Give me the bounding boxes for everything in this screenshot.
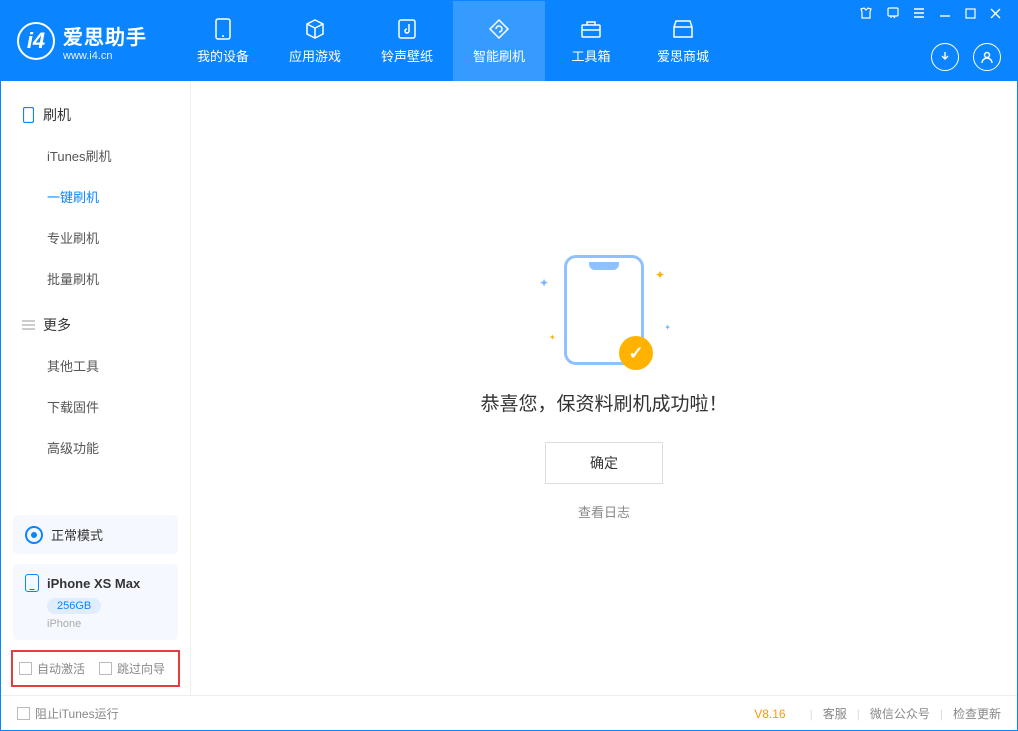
checkbox-label: 自动激活 bbox=[37, 660, 85, 677]
mode-dot-icon bbox=[25, 526, 43, 544]
checkbox-skip-guide[interactable]: 跳过向导 bbox=[99, 660, 165, 677]
checkbox-label: 阻止iTunes运行 bbox=[35, 705, 119, 722]
sparkle-icon: ✦ bbox=[655, 268, 665, 282]
sidebar-item-advanced[interactable]: 高级功能 bbox=[1, 427, 190, 468]
tab-label: 铃声壁纸 bbox=[381, 46, 433, 65]
footer-link-support[interactable]: 客服 bbox=[823, 705, 847, 722]
device-icon bbox=[212, 18, 234, 40]
tab-ringtones[interactable]: 铃声壁纸 bbox=[361, 1, 453, 81]
highlighted-options: 自动激活 跳过向导 bbox=[11, 650, 180, 687]
checkbox-icon bbox=[19, 662, 32, 675]
device-type: iPhone bbox=[47, 618, 166, 630]
sidebar: 刷机 iTunes刷机 一键刷机 专业刷机 批量刷机 更多 其他工具 下载固件 … bbox=[1, 81, 191, 695]
sidebar-item-other-tools[interactable]: 其他工具 bbox=[1, 345, 190, 386]
feedback-icon[interactable] bbox=[887, 7, 899, 19]
checkbox-block-itunes[interactable]: 阻止iTunes运行 bbox=[17, 705, 119, 722]
cube-icon bbox=[304, 18, 326, 40]
tab-label: 工具箱 bbox=[571, 46, 610, 65]
success-illustration: ✦ ✦ ✦ ✦ ✓ bbox=[564, 255, 644, 365]
refresh-icon bbox=[488, 18, 510, 40]
sparkle-icon: ✦ bbox=[549, 333, 556, 342]
footer-link-wechat[interactable]: 微信公众号 bbox=[870, 705, 930, 722]
minimize-icon[interactable] bbox=[939, 7, 951, 19]
menu-icon[interactable] bbox=[913, 7, 925, 19]
ok-button[interactable]: 确定 bbox=[545, 442, 663, 484]
sidebar-section-more: 更多 bbox=[1, 305, 190, 345]
section-title: 刷机 bbox=[43, 105, 71, 125]
mode-card[interactable]: 正常模式 bbox=[13, 515, 178, 554]
tab-label: 智能刷机 bbox=[473, 46, 525, 65]
section-title: 更多 bbox=[43, 315, 71, 335]
device-capacity: 256GB bbox=[47, 598, 101, 614]
checkbox-icon bbox=[99, 662, 112, 675]
tab-my-device[interactable]: 我的设备 bbox=[177, 1, 269, 81]
tab-label: 应用游戏 bbox=[289, 46, 341, 65]
mode-label: 正常模式 bbox=[51, 525, 103, 544]
footer-link-update[interactable]: 检查更新 bbox=[953, 705, 1001, 722]
version-label: V8.16 bbox=[754, 707, 785, 721]
view-log-link[interactable]: 查看日志 bbox=[578, 502, 630, 521]
tab-smart-flash[interactable]: 智能刷机 bbox=[453, 1, 545, 81]
tab-label: 我的设备 bbox=[197, 46, 249, 65]
toolbox-icon bbox=[580, 18, 602, 40]
sidebar-item-oneclick-flash[interactable]: 一键刷机 bbox=[1, 176, 190, 217]
footer-bar: 阻止iTunes运行 V8.16 | 客服 | 微信公众号 | 检查更新 bbox=[1, 695, 1017, 731]
app-url: www.i4.cn bbox=[63, 50, 147, 62]
window-controls bbox=[859, 7, 1001, 19]
user-icon[interactable] bbox=[973, 43, 1001, 71]
close-icon[interactable] bbox=[990, 7, 1001, 19]
download-icon[interactable] bbox=[931, 43, 959, 71]
app-title: 爱思助手 bbox=[63, 21, 147, 50]
list-icon bbox=[21, 318, 35, 332]
sidebar-item-download-firmware[interactable]: 下载固件 bbox=[1, 386, 190, 427]
music-icon bbox=[396, 18, 418, 40]
sparkle-icon: ✦ bbox=[664, 323, 671, 332]
maximize-icon[interactable] bbox=[965, 7, 976, 19]
tab-store[interactable]: 爱思商城 bbox=[637, 1, 729, 81]
store-icon bbox=[672, 18, 694, 40]
tab-apps-games[interactable]: 应用游戏 bbox=[269, 1, 361, 81]
sidebar-section-flash: 刷机 bbox=[1, 95, 190, 135]
phone-icon bbox=[21, 108, 35, 122]
header-bar: i4 爱思助手 www.i4.cn 我的设备 应用游戏 铃声壁纸 智能刷机 工具… bbox=[1, 1, 1017, 81]
checkbox-label: 跳过向导 bbox=[117, 660, 165, 677]
checkbox-auto-activate[interactable]: 自动激活 bbox=[19, 660, 85, 677]
check-badge-icon: ✓ bbox=[619, 336, 653, 370]
main-tabs: 我的设备 应用游戏 铃声壁纸 智能刷机 工具箱 爱思商城 bbox=[177, 1, 729, 81]
tab-toolbox[interactable]: 工具箱 bbox=[545, 1, 637, 81]
shirt-icon[interactable] bbox=[859, 7, 873, 19]
sidebar-item-batch-flash[interactable]: 批量刷机 bbox=[1, 258, 190, 299]
device-card[interactable]: iPhone XS Max 256GB iPhone bbox=[13, 564, 178, 640]
device-name: iPhone XS Max bbox=[47, 576, 140, 591]
success-message: 恭喜您，保资料刷机成功啦！ bbox=[480, 389, 727, 416]
sparkle-icon: ✦ bbox=[539, 276, 549, 290]
sidebar-item-itunes-flash[interactable]: iTunes刷机 bbox=[1, 135, 190, 176]
tab-label: 爱思商城 bbox=[657, 46, 709, 65]
checkbox-icon bbox=[17, 707, 30, 720]
phone-small-icon bbox=[25, 574, 39, 592]
main-content: ✦ ✦ ✦ ✦ ✓ 恭喜您，保资料刷机成功啦！ 确定 查看日志 bbox=[191, 81, 1017, 695]
logo-icon: i4 bbox=[17, 22, 55, 60]
app-logo: i4 爱思助手 www.i4.cn bbox=[17, 21, 147, 62]
sidebar-item-pro-flash[interactable]: 专业刷机 bbox=[1, 217, 190, 258]
